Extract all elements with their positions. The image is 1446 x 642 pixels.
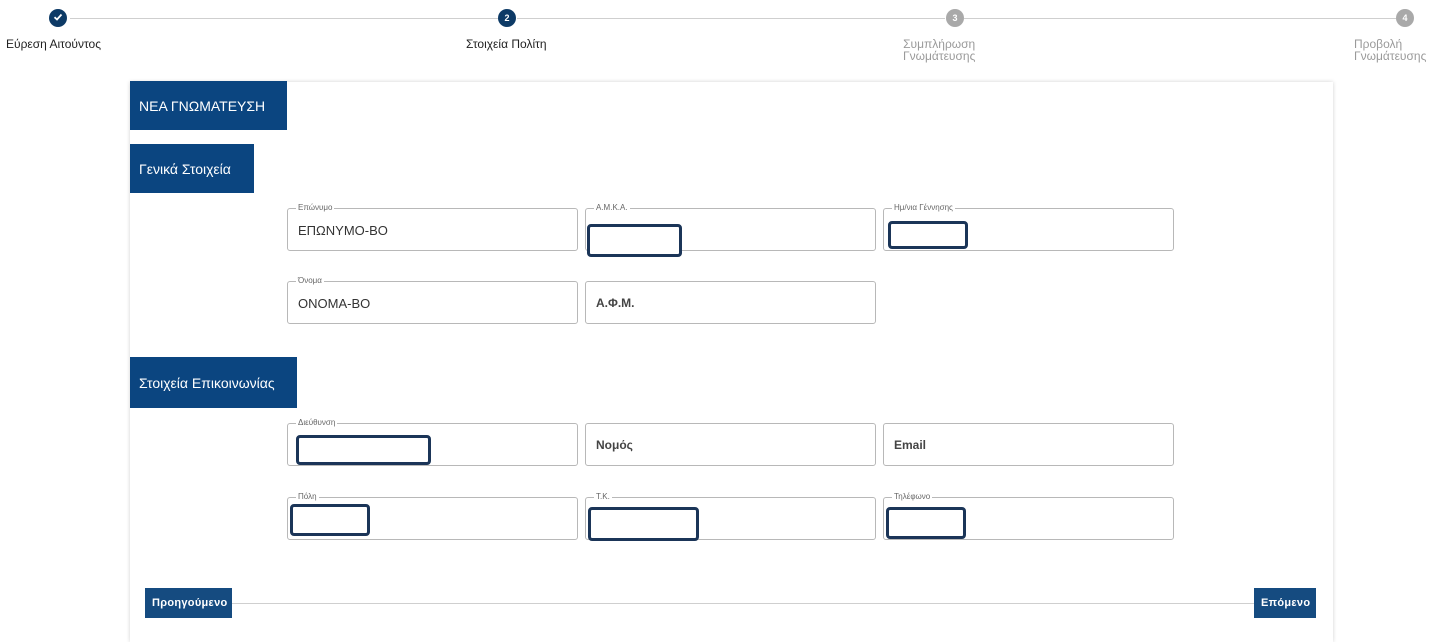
stepper-connector [964, 18, 1396, 19]
address-label: Διεύθυνση [296, 418, 338, 428]
surname-label: Επώνυμο [296, 203, 335, 213]
stepper-connector [70, 18, 498, 19]
step-3-label: Συμπλήρωση Γνωμάτευσης [903, 37, 976, 63]
step-2-label[interactable]: Στοιχεία Πολίτη [466, 38, 547, 50]
amka-field[interactable]: Α.Μ.Κ.Α. [585, 203, 876, 257]
nav-divider [232, 603, 1254, 604]
previous-button[interactable]: Προηγούμενο [145, 588, 232, 618]
prefecture-placeholder[interactable]: Νομός [596, 438, 633, 452]
step-4-label: Προβολή Γνωμάτευσης [1354, 37, 1427, 63]
afm-placeholder[interactable]: Α.Φ.Μ. [596, 296, 635, 310]
next-button[interactable]: Επόμενο [1254, 588, 1316, 618]
step-1-label[interactable]: Εύρεση Αιτούντος [6, 38, 101, 50]
city-field[interactable]: Πόλη [287, 492, 578, 540]
prefecture-field[interactable]: Νομός [585, 423, 876, 466]
email-placeholder[interactable]: Email [894, 438, 926, 452]
step-2-number[interactable]: 2 [498, 9, 516, 27]
name-field[interactable]: Όνομα ΟΝΟΜΑ-ΒΟ [287, 276, 578, 324]
address-field[interactable]: Διεύθυνση [287, 418, 578, 466]
contact-section-heading: Στοιχεία Επικοινωνίας [130, 357, 297, 408]
redacted-postal-code [588, 507, 699, 541]
step-4-number: 4 [1396, 9, 1414, 27]
name-value[interactable]: ΟΝΟΜΑ-ΒΟ [298, 296, 370, 311]
city-label: Πόλη [296, 492, 319, 502]
postal-code-field[interactable]: Τ.Κ. [585, 492, 876, 541]
amka-label: Α.Μ.Κ.Α. [594, 203, 630, 213]
step-3-number: 3 [946, 9, 964, 27]
form-card [130, 82, 1333, 642]
redacted-address [296, 435, 431, 465]
redacted-phone [886, 507, 966, 539]
birthdate-label: Ημ/νια Γέννησης [892, 203, 955, 213]
phone-field[interactable]: Τηλέφωνο [883, 492, 1174, 540]
email-field[interactable]: Email [883, 423, 1174, 466]
afm-field[interactable]: Α.Φ.Μ. [585, 281, 876, 324]
redacted-amka [587, 224, 682, 257]
redacted-birthdate [888, 221, 968, 249]
surname-field[interactable]: Επώνυμο ΕΠΩΝΥΜΟ-ΒΟ [287, 203, 578, 251]
progress-stepper: Εύρεση Αιτούντος 2 Στοιχεία Πολίτη 3 Συμ… [0, 0, 1446, 70]
redacted-city [290, 504, 370, 536]
phone-label: Τηλέφωνο [892, 492, 933, 502]
birthdate-field[interactable]: Ημ/νια Γέννησης [883, 203, 1174, 251]
stepper-connector [517, 18, 945, 19]
surname-value[interactable]: ΕΠΩΝΥΜΟ-ΒΟ [298, 223, 388, 238]
form-title: ΝΕΑ ΓΝΩΜΑΤΕΥΣΗ [130, 81, 287, 130]
general-section-heading: Γενικά Στοιχεία [130, 144, 254, 193]
step-1-check-icon[interactable] [49, 9, 67, 27]
name-label: Όνομα [296, 276, 324, 286]
postal-code-label: Τ.Κ. [594, 492, 612, 502]
